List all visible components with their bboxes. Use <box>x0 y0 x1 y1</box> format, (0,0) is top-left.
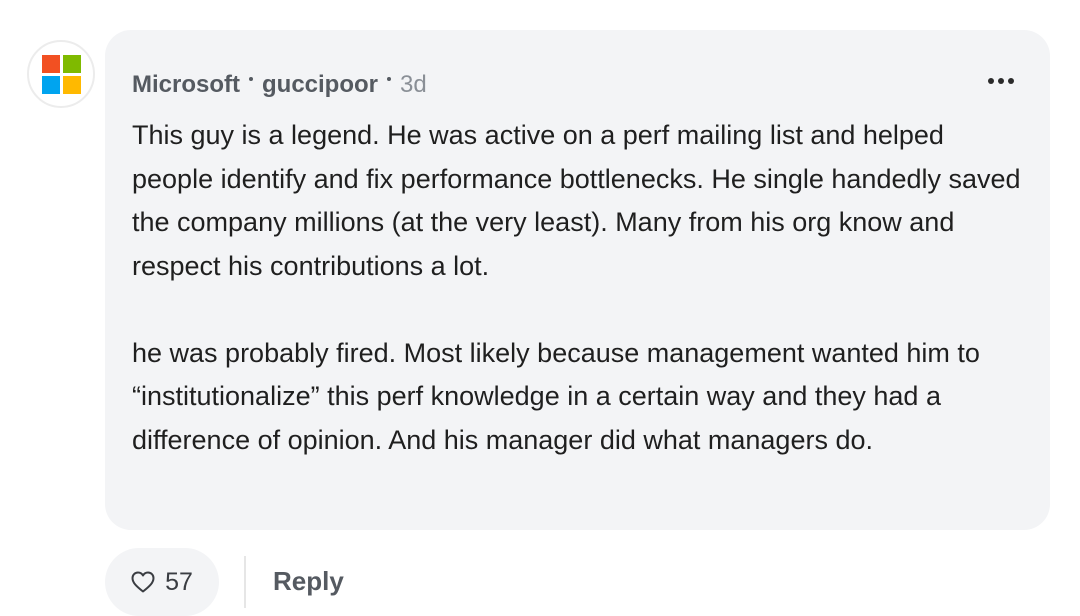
company-name[interactable]: Microsoft <box>132 70 240 100</box>
microsoft-logo-icon <box>41 54 81 94</box>
comment-paragraph: he was probably fired. Most likely becau… <box>132 337 980 455</box>
comment-body: This guy is a legend. He was active on a… <box>132 114 1032 462</box>
reply-button[interactable]: Reply <box>273 566 344 597</box>
heart-outline-icon <box>131 571 155 593</box>
comment-card: Microsoft guccipoor 3d This guy is a leg… <box>105 30 1050 530</box>
username[interactable]: guccipoor <box>262 70 378 100</box>
separator-dot <box>249 77 253 81</box>
avatar[interactable] <box>27 40 95 108</box>
like-count: 57 <box>165 567 193 596</box>
comment-paragraph: This guy is a legend. He was active on a… <box>132 120 1021 281</box>
action-divider <box>244 556 246 608</box>
separator-dot <box>387 77 392 81</box>
comment-meta: Microsoft guccipoor 3d <box>132 70 427 100</box>
like-button[interactable]: 57 <box>105 548 219 616</box>
timestamp: 3d <box>400 71 427 98</box>
more-options-icon[interactable] <box>988 78 1014 84</box>
